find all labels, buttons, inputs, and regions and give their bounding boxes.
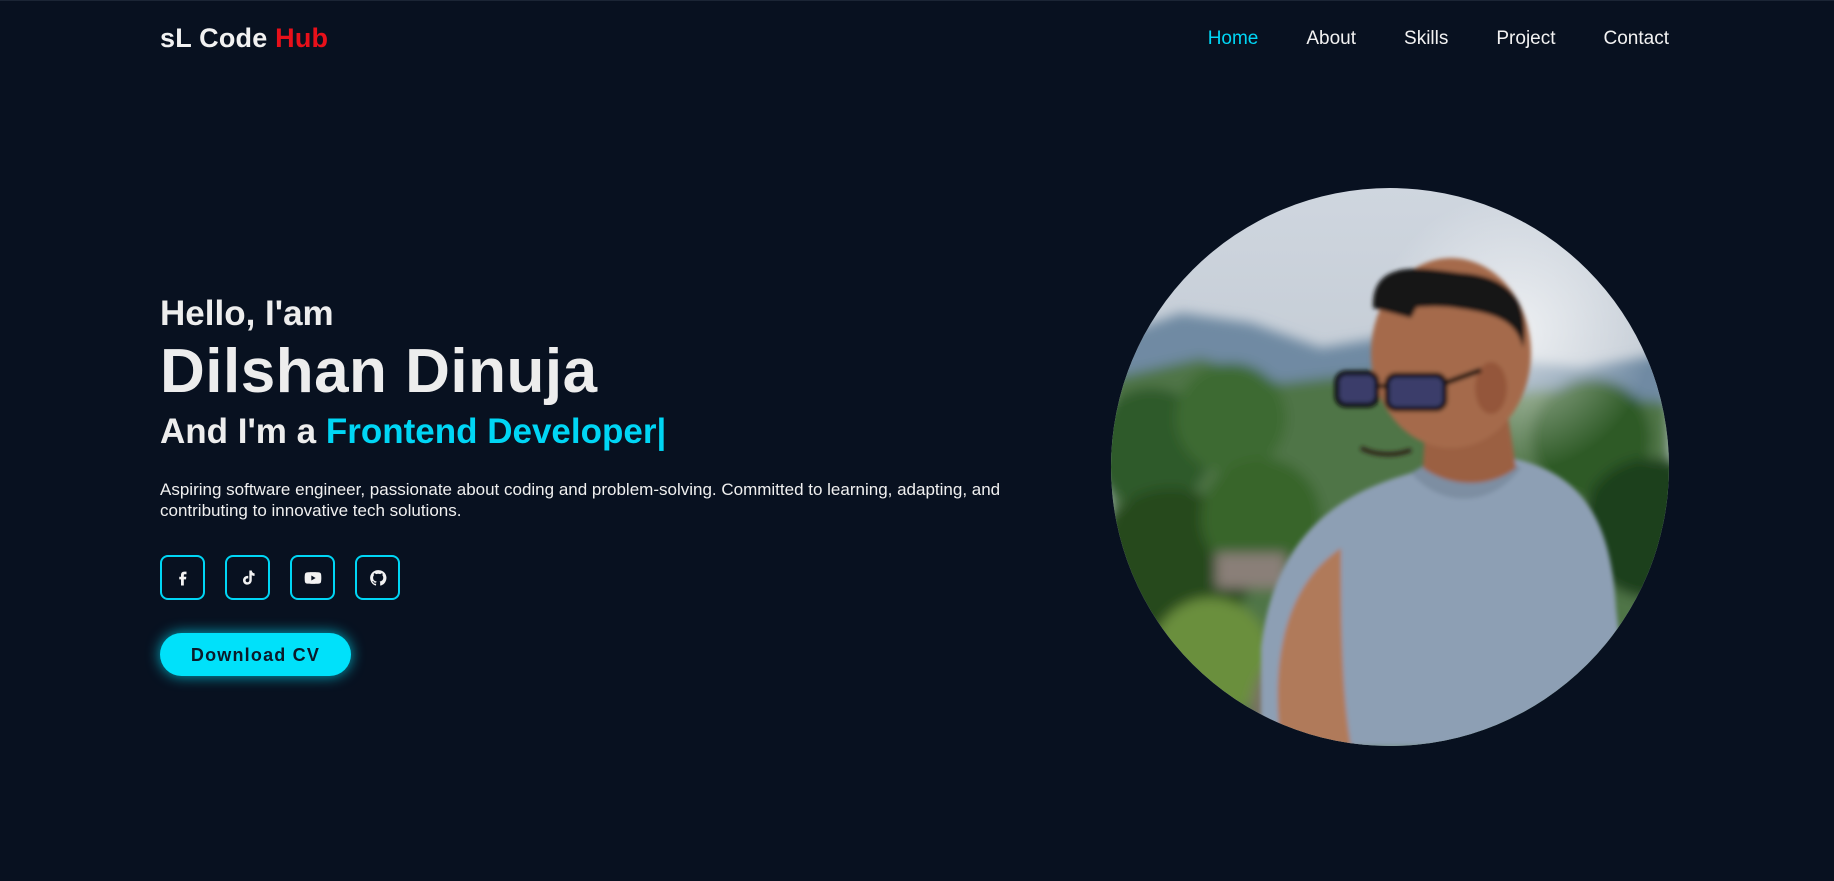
nav-about[interactable]: About <box>1306 28 1356 50</box>
hero-section: Hello, I'am Dilshan Dinuja And I'm a Fro… <box>160 292 1080 676</box>
youtube-icon <box>304 571 321 584</box>
hero-bio: Aspiring software engineer, passionate a… <box>160 480 1001 520</box>
logo[interactable]: sL Code Hub <box>160 23 328 54</box>
hero-name: Dilshan Dinuja <box>160 337 598 406</box>
hero-greeting: Hello, I'am <box>160 294 334 333</box>
facebook-icon <box>178 571 186 585</box>
github-link[interactable] <box>355 555 400 600</box>
nav-skills[interactable]: Skills <box>1404 28 1448 50</box>
logo-accent-text: Hub <box>275 23 329 53</box>
youtube-link[interactable] <box>290 555 335 600</box>
role-prefix: And I'm a <box>160 412 326 451</box>
tiktok-link[interactable] <box>225 555 270 600</box>
nav-home[interactable]: Home <box>1208 28 1259 50</box>
profile-photo <box>1111 188 1669 746</box>
tiktok-icon <box>242 570 255 585</box>
social-links <box>160 555 1080 600</box>
main-nav: Home About Skills Project Contact <box>1208 28 1669 50</box>
download-cv-button[interactable]: Download CV <box>160 633 351 676</box>
nav-project[interactable]: Project <box>1496 28 1555 50</box>
github-icon <box>369 569 386 586</box>
hero-role-line: And I'm a Frontend Developer| <box>160 408 1080 456</box>
facebook-link[interactable] <box>160 555 205 600</box>
logo-text: sL Code <box>160 23 276 53</box>
nav-contact[interactable]: Contact <box>1604 28 1669 50</box>
role-text: Frontend Developer| <box>325 412 667 451</box>
site-header: sL Code Hub Home About Skills Project Co… <box>0 0 1834 78</box>
